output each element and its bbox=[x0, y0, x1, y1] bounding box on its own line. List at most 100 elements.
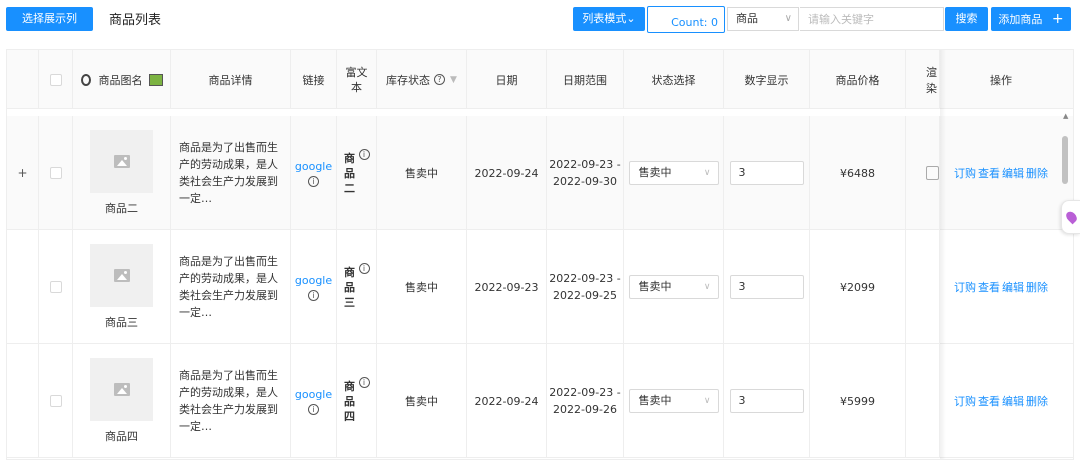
edit-link[interactable]: 编辑 bbox=[1002, 279, 1024, 295]
choose-columns-button[interactable]: 选择展示列 bbox=[6, 7, 93, 31]
select-cell bbox=[39, 344, 73, 458]
floating-assistant-button[interactable] bbox=[1061, 200, 1080, 234]
edit-link[interactable]: 编辑 bbox=[1002, 393, 1024, 409]
number-cell: 3 bbox=[724, 116, 810, 230]
date-cell: 2022-09-23 bbox=[467, 230, 547, 344]
vertical-scrollbar-thumb[interactable] bbox=[1062, 136, 1068, 184]
actions-cell: 订购 查看 编辑 删除 bbox=[940, 344, 1062, 458]
status-select-cell: 售卖中 ∨ bbox=[624, 230, 724, 344]
view-link[interactable]: 查看 bbox=[978, 165, 1000, 181]
add-product-button[interactable]: 添加商品 + bbox=[991, 7, 1071, 31]
range-end: 2022-09-25 bbox=[553, 289, 617, 302]
product-name: 商品三 bbox=[105, 316, 138, 329]
order-link[interactable]: 订购 bbox=[954, 393, 976, 409]
help-icon[interactable]: ? bbox=[434, 74, 446, 85]
name-header: 商品图名 bbox=[73, 50, 171, 109]
number-input[interactable]: 3 bbox=[729, 275, 804, 299]
info-icon[interactable]: i bbox=[308, 175, 319, 187]
scroll-up-arrow-icon[interactable]: ▲ bbox=[1063, 112, 1068, 120]
date-cell: 2022-09-24 bbox=[467, 116, 547, 230]
add-product-label: 添加商品 bbox=[998, 13, 1043, 26]
range-start: 2022-09-23 - bbox=[549, 158, 621, 171]
select-cell bbox=[39, 116, 73, 230]
product-link[interactable]: google bbox=[295, 274, 332, 287]
edit-link[interactable]: 编辑 bbox=[1002, 165, 1024, 181]
chevron-down-icon: ∨ bbox=[703, 168, 711, 178]
rich-header: 富文本 bbox=[337, 50, 377, 109]
rich-cell: 商品三 i bbox=[337, 230, 377, 344]
range-end: 2022-09-26 bbox=[553, 403, 617, 416]
detail-header: 商品详情 bbox=[171, 50, 291, 109]
row-checkbox[interactable] bbox=[49, 395, 62, 407]
number-input[interactable]: 3 bbox=[729, 389, 804, 413]
rich-cell: 商品四 i bbox=[337, 344, 377, 458]
render-cell bbox=[906, 344, 940, 458]
number-input[interactable]: 3 bbox=[729, 161, 804, 185]
range-start: 2022-09-23 - bbox=[549, 272, 621, 285]
product-table: 商品图名 商品详情 链接 富文本 库存状态 ? ▼ 日期 日期范围 状态选择 数… bbox=[6, 49, 1074, 460]
order-link[interactable]: 订购 bbox=[954, 279, 976, 295]
range-cell: 2022-09-23 - 2022-09-25 bbox=[547, 230, 624, 344]
select-all-header bbox=[39, 50, 73, 109]
actions-cell: 订购 查看 编辑 删除 bbox=[940, 116, 1062, 230]
info-icon[interactable]: i bbox=[358, 376, 370, 388]
status-value: 售卖中 bbox=[638, 166, 672, 179]
status-select[interactable]: 售卖中 ∨ bbox=[628, 161, 719, 185]
status-select[interactable]: 售卖中 ∨ bbox=[628, 275, 719, 299]
info-icon[interactable]: i bbox=[358, 262, 370, 274]
stock-cell: 售卖中 bbox=[377, 230, 467, 344]
price-cell: ¥2099 bbox=[810, 230, 906, 344]
table-header: 商品图名 商品详情 链接 富文本 库存状态 ? ▼ 日期 日期范围 状态选择 数… bbox=[7, 50, 1073, 109]
row-checkbox[interactable] bbox=[49, 167, 62, 179]
view-link[interactable]: 查看 bbox=[978, 393, 1000, 409]
render-cell bbox=[906, 230, 940, 344]
number-cell: 3 bbox=[724, 230, 810, 344]
rich-text: 商品四 bbox=[344, 379, 355, 423]
stock-cell: 售卖中 bbox=[377, 116, 467, 230]
product-link[interactable]: google bbox=[295, 160, 332, 173]
filter-icon[interactable]: ▼ bbox=[450, 75, 457, 85]
select-all-checkbox[interactable] bbox=[49, 73, 62, 86]
info-icon[interactable]: i bbox=[358, 148, 370, 160]
status-select[interactable]: 售卖中 ∨ bbox=[628, 389, 719, 413]
stock-cell: 售卖中 bbox=[377, 344, 467, 458]
render-header: 渲染 bbox=[906, 50, 940, 109]
product-link[interactable]: google bbox=[295, 388, 332, 401]
detail-cell: 商品是为了出售而生产的劳动成果，是人类社会生产力发展到一定… bbox=[171, 230, 291, 344]
link-cell: google i bbox=[291, 344, 337, 458]
price-header: 商品价格 bbox=[810, 50, 906, 109]
date-cell: 2022-09-24 bbox=[467, 344, 547, 458]
row-checkbox[interactable] bbox=[49, 281, 62, 293]
info-icon[interactable]: i bbox=[308, 289, 319, 301]
view-link[interactable]: 查看 bbox=[978, 279, 1000, 295]
status-select-header: 状态选择 bbox=[624, 50, 724, 109]
range-start: 2022-09-23 - bbox=[549, 386, 621, 399]
delete-link[interactable]: 删除 bbox=[1026, 165, 1048, 181]
keyword-input[interactable] bbox=[800, 7, 944, 31]
search-button[interactable]: 搜索 bbox=[945, 7, 988, 31]
table-row: + 商品二 商品是为了出售而生产的劳动成果，是人类社会生产力发展到一定… goo… bbox=[7, 116, 1073, 230]
expand-cell bbox=[7, 344, 39, 458]
chevron-down-icon: ∨ bbox=[703, 282, 711, 292]
delete-link[interactable]: 删除 bbox=[1026, 279, 1048, 295]
list-mode-button[interactable]: 列表模式⌄ bbox=[573, 7, 645, 31]
date-header: 日期 bbox=[467, 50, 547, 109]
list-mode-label: 列表模式 bbox=[582, 12, 627, 25]
range-header: 日期范围 bbox=[547, 50, 624, 109]
number-cell: 3 bbox=[724, 344, 810, 458]
link-cell: google i bbox=[291, 116, 337, 230]
info-icon[interactable]: i bbox=[308, 403, 319, 415]
delete-link[interactable]: 删除 bbox=[1026, 393, 1048, 409]
expand-cell bbox=[7, 230, 39, 344]
render-icon bbox=[926, 166, 939, 180]
expand-icon[interactable]: + bbox=[17, 166, 27, 180]
order-link[interactable]: 订购 bbox=[954, 165, 976, 181]
stock-header: 库存状态 ? ▼ bbox=[377, 50, 467, 109]
fixed-column-shadow bbox=[940, 50, 946, 459]
status-value: 售卖中 bbox=[638, 394, 672, 407]
chevron-down-icon: ∨ bbox=[703, 396, 711, 406]
status-select-cell: 售卖中 ∨ bbox=[624, 344, 724, 458]
product-image bbox=[90, 358, 153, 421]
category-select[interactable]: 商品 ∨ bbox=[727, 7, 799, 31]
name-cell: 商品二 bbox=[73, 116, 171, 230]
